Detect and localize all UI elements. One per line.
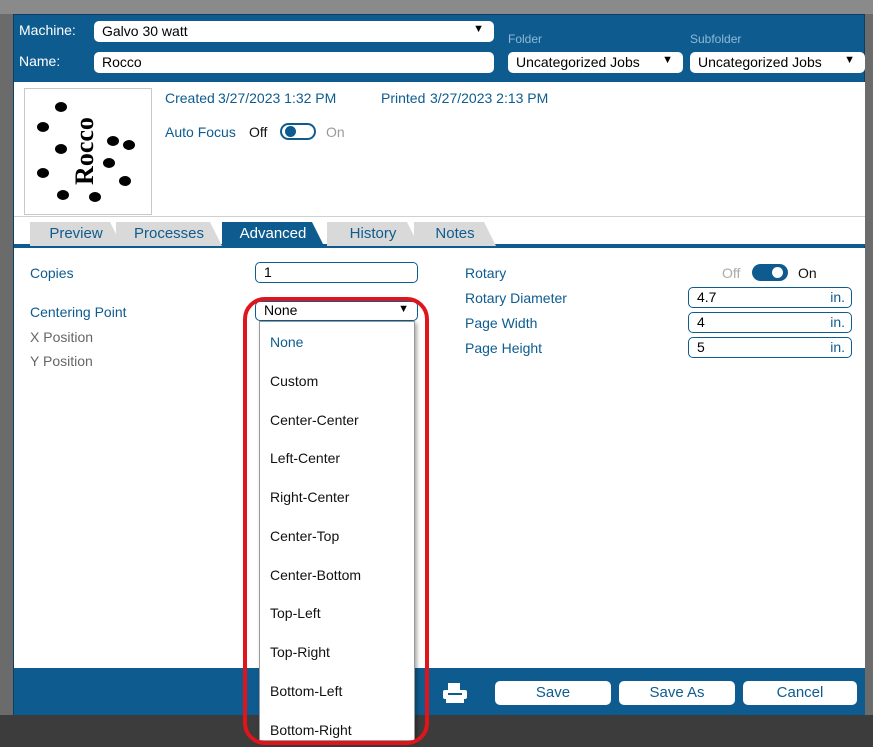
subfolder-label: Subfolder [690, 32, 742, 46]
rotary-label: Rotary [465, 265, 507, 281]
cancel-button[interactable]: Cancel [743, 681, 857, 705]
machine-label: Machine: [19, 22, 76, 38]
page-width-label: Page Width [465, 315, 538, 331]
tab-processes[interactable]: Processes [116, 222, 222, 246]
toggle-knob [772, 267, 783, 278]
y-position-label: Y Position [30, 353, 93, 369]
tab-history[interactable]: History [327, 222, 419, 246]
page-height-value: 5 [697, 339, 705, 355]
machine-select[interactable]: Galvo 30 watt ▼ [94, 21, 494, 42]
machine-value: Galvo 30 watt [102, 23, 188, 39]
page-width-input[interactable]: 4 in. [688, 312, 852, 333]
tab-bar: Preview Processes Advanced History Notes [14, 217, 865, 246]
tab-preview[interactable]: Preview [30, 222, 122, 246]
rotary-diameter-label: Rotary Diameter [465, 290, 567, 306]
name-label: Name: [19, 53, 61, 69]
copies-input[interactable]: 1 [255, 262, 418, 283]
advanced-panel [14, 248, 865, 668]
job-thumbnail: Rocco [24, 88, 152, 215]
autofocus-label: Auto Focus [165, 124, 236, 140]
copies-label: Copies [30, 265, 74, 281]
chevron-down-icon: ▼ [662, 54, 673, 66]
print-icon[interactable] [441, 682, 469, 704]
subfolder-select[interactable]: Uncategorized Jobs ▼ [690, 52, 865, 73]
tab-notes[interactable]: Notes [414, 222, 496, 246]
rotary-off-label: Off [722, 265, 741, 281]
printed-value: 3/27/2023 2:13 PM [430, 90, 549, 106]
autofocus-toggle[interactable] [280, 123, 316, 140]
save-button[interactable]: Save [495, 681, 611, 705]
unit-label: in. [830, 289, 845, 305]
unit-label: in. [830, 339, 845, 355]
rotary-on-label: On [798, 265, 817, 281]
folder-value: Uncategorized Jobs [516, 54, 640, 70]
folder-label: Folder [508, 32, 543, 46]
background-bottom [0, 715, 873, 747]
page-height-input[interactable]: 5 in. [688, 337, 852, 358]
chevron-down-icon: ▼ [844, 54, 855, 66]
x-position-label: X Position [30, 329, 94, 345]
page-width-value: 4 [697, 314, 705, 330]
highlight-ring [243, 297, 429, 745]
background-top [0, 0, 873, 14]
centering-point-label: Centering Point [30, 304, 127, 320]
created-label: Created [165, 90, 215, 106]
page-height-label: Page Height [465, 340, 543, 356]
folder-select[interactable]: Uncategorized Jobs ▼ [508, 52, 683, 73]
background-left [0, 14, 13, 715]
name-input[interactable]: Rocco [94, 52, 494, 73]
toggle-knob [285, 126, 296, 137]
created-value: 3/27/2023 1:32 PM [218, 90, 337, 106]
rotary-diameter-value: 4.7 [697, 289, 717, 305]
autofocus-on-label: On [326, 124, 345, 140]
printed-label: Printed [381, 90, 426, 106]
thumbnail-image: Rocco [37, 102, 135, 202]
chevron-down-icon: ▼ [473, 23, 484, 35]
save-as-button[interactable]: Save As [619, 681, 735, 705]
thumbnail-text: Rocco [70, 117, 99, 185]
background-right [864, 14, 873, 715]
rotary-diameter-input[interactable]: 4.7 in. [688, 287, 852, 308]
dialog-footer [14, 668, 865, 715]
rotary-toggle[interactable] [752, 264, 788, 281]
tab-advanced[interactable]: Advanced [222, 222, 324, 246]
subfolder-value: Uncategorized Jobs [698, 54, 822, 70]
unit-label: in. [830, 314, 845, 330]
autofocus-off-label: Off [249, 124, 268, 140]
